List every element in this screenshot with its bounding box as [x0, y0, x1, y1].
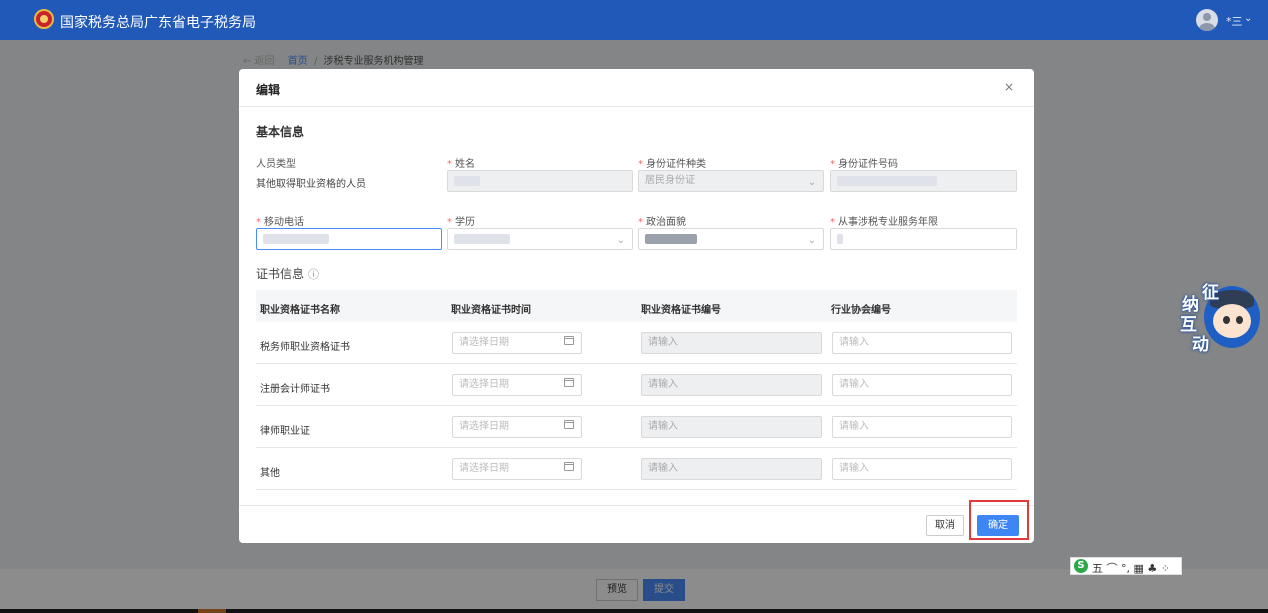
cert-number-field[interactable]: 请输入 [641, 458, 822, 480]
cert-table-header: 职业资格证书名称 职业资格证书时间 职业资格证书编号 行业协会编号 [256, 290, 1017, 322]
cert-name: 税务师职业资格证书 [260, 342, 350, 353]
dialog-title: 编辑 [256, 83, 281, 97]
ime-logo-icon: S [1074, 559, 1088, 573]
mascot-eye [1223, 316, 1230, 324]
association-number-field[interactable]: 请输入 [832, 458, 1012, 480]
cert-date-picker[interactable]: 请选择日期 [452, 416, 582, 438]
id-type-select[interactable]: 居民身份证 ⌄ [638, 170, 824, 192]
name-field[interactable] [447, 170, 633, 192]
chevron-down-icon: ⌄ [616, 235, 625, 246]
ime-toolbar[interactable]: S 五 ⌒ °, ▦ ♣ ⁘ [1070, 557, 1182, 575]
person-type-value: 其他取得职业资格的人员 [256, 179, 366, 190]
mobile-field[interactable] [256, 228, 442, 250]
cert-date-picker[interactable]: 请选择日期 [452, 332, 582, 354]
mascot-char: 征 [1202, 283, 1219, 303]
association-number-field[interactable]: 请输入 [832, 416, 1012, 438]
political-label: * 政治面貌 [638, 217, 686, 228]
user-avatar-icon[interactable] [1196, 9, 1218, 31]
col-cert-date: 职业资格证书时间 [451, 305, 531, 316]
service-years-label: * 从事涉税专业服务年限 [830, 217, 938, 228]
cert-name: 注册会计师证书 [260, 384, 330, 395]
cert-number-field[interactable]: 请输入 [641, 374, 822, 396]
cancel-button[interactable]: 取消 [926, 515, 964, 536]
calendar-icon [564, 378, 574, 387]
col-cert-number: 职业资格证书编号 [641, 305, 721, 316]
chevron-down-icon[interactable]: ⌄ [1244, 13, 1252, 24]
mascot-eye [1236, 316, 1243, 324]
edit-dialog: 编辑 × 基本信息 人员类型 其他取得职业资格的人员 * 姓名 * 身份证件种类 居… [239, 69, 1034, 543]
cert-date-picker[interactable]: 请选择日期 [452, 374, 582, 396]
interaction-mascot[interactable]: 征 纳 互 动 [1180, 280, 1264, 356]
redacted-value [454, 234, 510, 244]
mascot-char: 动 [1192, 335, 1209, 355]
calendar-icon [564, 420, 574, 429]
id-number-field[interactable] [830, 170, 1017, 192]
person-type-label: 人员类型 [256, 159, 296, 170]
redacted-value [454, 176, 480, 186]
id-type-label: * 身份证件种类 [638, 159, 706, 170]
col-association-number: 行业协会编号 [831, 305, 891, 316]
service-years-field[interactable] [830, 228, 1017, 250]
mobile-label: * 移动电话 [256, 217, 304, 228]
info-icon: ⓘ [308, 268, 320, 281]
id-type-value: 居民身份证 [645, 175, 695, 186]
cert-info-title: 证书信息 ⓘ [256, 267, 320, 281]
id-number-label: * 身份证件号码 [830, 159, 898, 170]
top-header: 国家税务总局广东省电子税务局 *三 ⌄ [0, 0, 1268, 40]
mascot-face [1213, 304, 1251, 338]
association-number-field[interactable]: 请输入 [832, 374, 1012, 396]
redacted-value [837, 234, 843, 244]
basic-info-title: 基本信息 [256, 125, 305, 139]
chevron-down-icon: ⌄ [807, 235, 816, 246]
education-select[interactable]: ⌄ [447, 228, 633, 250]
table-row: 律师职业证 请选择日期 请输入 请输入 [256, 406, 1017, 448]
col-cert-name: 职业资格证书名称 [260, 305, 340, 316]
calendar-icon [564, 336, 574, 345]
calendar-icon [564, 462, 574, 471]
table-row: 税务师职业资格证书 请选择日期 请输入 请输入 [256, 322, 1017, 364]
confirm-highlight-box [969, 500, 1029, 540]
tax-emblem-icon [34, 9, 54, 29]
political-select[interactable]: ⌄ [638, 228, 824, 250]
association-number-field[interactable]: 请输入 [832, 332, 1012, 354]
name-label: * 姓名 [447, 159, 475, 170]
dialog-header: 编辑 × [239, 69, 1034, 107]
education-label: * 学历 [447, 217, 475, 228]
close-icon[interactable]: × [1004, 80, 1014, 94]
user-name[interactable]: *三 [1226, 13, 1243, 29]
site-title: 国家税务总局广东省电子税务局 [60, 15, 256, 31]
dialog-footer: 取消 确定 [239, 505, 1034, 543]
table-row: 其他 请选择日期 请输入 请输入 [256, 448, 1017, 490]
cert-date-picker[interactable]: 请选择日期 [452, 458, 582, 480]
cert-name: 律师职业证 [260, 426, 310, 437]
cert-number-field[interactable]: 请输入 [641, 416, 822, 438]
redacted-value [837, 176, 937, 186]
table-row: 注册会计师证书 请选择日期 请输入 请输入 [256, 364, 1017, 406]
cert-name: 其他 [260, 468, 280, 479]
cert-number-field[interactable]: 请输入 [641, 332, 822, 354]
chevron-down-icon: ⌄ [807, 177, 816, 188]
redacted-value [263, 234, 329, 244]
redacted-value [645, 234, 697, 244]
ime-status: 五 ⌒ °, ▦ ♣ ⁘ [1092, 562, 1170, 575]
